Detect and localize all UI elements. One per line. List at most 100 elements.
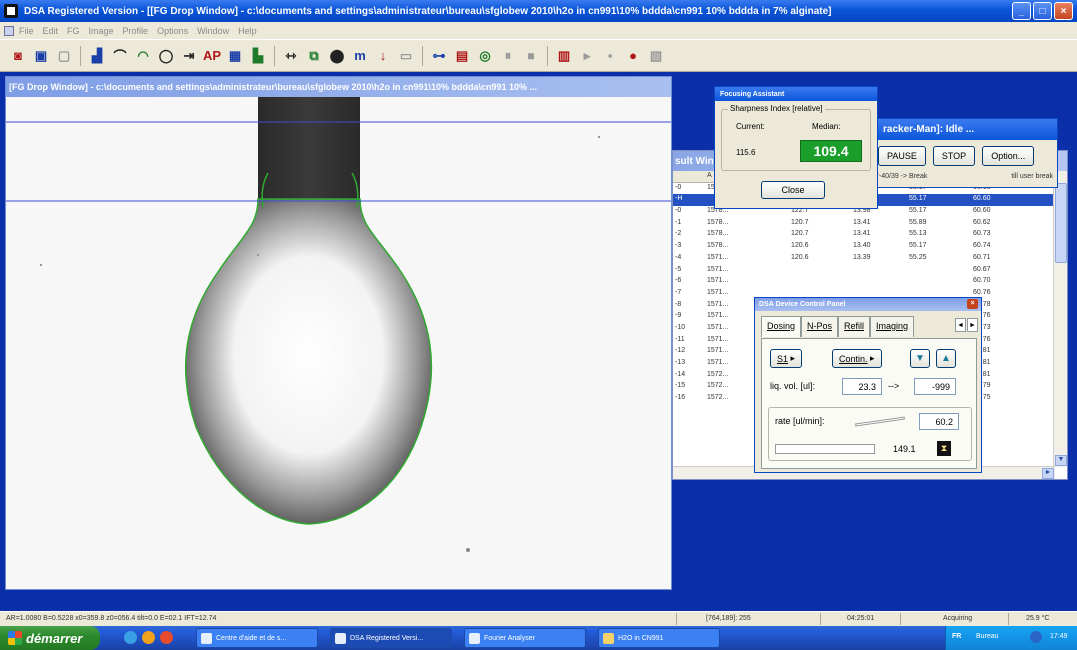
document-icon[interactable]	[4, 25, 14, 36]
tilt-icon[interactable]: ⇿	[281, 45, 301, 67]
media-icon[interactable]	[160, 631, 173, 644]
menu-image[interactable]: Image	[89, 26, 114, 36]
rec-icon[interactable]: ●	[623, 45, 643, 67]
menu-options[interactable]: Options	[157, 26, 188, 36]
tab-scroll-right-icon[interactable]: ►	[967, 318, 978, 332]
graph-icon[interactable]: ▙	[248, 45, 268, 67]
table-cell: 60.73	[973, 230, 991, 238]
stop-icon[interactable]: ⏹	[521, 45, 541, 67]
task-dsa[interactable]: DSA Registered Versi...	[330, 628, 452, 648]
needle-icon[interactable]: ↓	[373, 45, 393, 67]
adjust-icon[interactable]: ⇥	[179, 45, 199, 67]
report-icon[interactable]: ▧	[646, 45, 666, 67]
language-indicator[interactable]: FR	[952, 633, 961, 640]
tab-dosing[interactable]: Dosing	[761, 316, 802, 337]
table-cell: -16	[675, 394, 686, 402]
liq-vol-target-field[interactable]: -999	[914, 378, 956, 395]
mode-select[interactable]: Contin. ▸	[832, 349, 882, 368]
tab-imaging[interactable]: Imaging	[870, 316, 915, 337]
pause-button[interactable]: PAUSE	[878, 146, 926, 166]
desktop-icon[interactable]	[124, 631, 137, 644]
m-icon[interactable]: m	[350, 45, 370, 67]
menu-edit[interactable]: Edit	[43, 26, 59, 36]
rate-field[interactable]: 60.2	[919, 413, 959, 430]
task-help-center[interactable]: Centre d'aide et de s...	[196, 628, 318, 648]
dosing-icon[interactable]: ⬤	[327, 45, 347, 67]
menu-file[interactable]: File	[19, 26, 34, 36]
image-icon[interactable]: ▟	[87, 45, 107, 67]
dose-up-button[interactable]: ▲	[936, 349, 956, 368]
ap-icon[interactable]: AP	[202, 45, 222, 67]
maximize-button[interactable]: □	[1033, 2, 1052, 20]
play-icon[interactable]: ▸	[577, 45, 597, 67]
table-cell: 1571...	[707, 265, 729, 273]
sessile-icon[interactable]: ◠	[133, 45, 153, 67]
table-cell: 120.6	[791, 242, 809, 250]
calc-icon[interactable]: ▤	[452, 45, 472, 67]
minimize-button[interactable]: _	[1012, 2, 1031, 20]
start-button[interactable]: démarrer	[0, 626, 100, 650]
table-cell: 13.41	[853, 230, 871, 238]
image-select-icon[interactable]: ⧉	[304, 45, 324, 67]
focus-close-button[interactable]: Close	[761, 181, 825, 199]
device-close-icon[interactable]: ×	[967, 299, 978, 309]
table-row[interactable]: -3 1578... 120.6 13.40 55.17 60.74	[673, 241, 1055, 253]
device-control-panel[interactable]: DSA Device Control Panel × Dosing N-Pos …	[754, 297, 982, 473]
camera-icon[interactable]: ◙	[8, 45, 28, 67]
tracker-window[interactable]: racker-Man]: Idle ... PAUSE STOP Option.…	[868, 118, 1058, 188]
tab-npos[interactable]: N-Pos	[801, 316, 839, 337]
toolbar-separator	[274, 45, 275, 66]
curve-icon[interactable]: ⌒	[110, 45, 130, 67]
clock[interactable]: 17:49	[1050, 633, 1068, 640]
focusing-assistant-window[interactable]: Focusing Assistant Sharpness Index [rela…	[714, 86, 878, 209]
record-icon[interactable]: ▣	[31, 45, 51, 67]
desktop-toolbar-label[interactable]: Bureau	[976, 633, 999, 640]
scroll-right-icon[interactable]: ►	[1042, 468, 1054, 479]
network-icon[interactable]	[1030, 631, 1042, 643]
table-row[interactable]: -5 1571... 60.67	[673, 265, 1055, 277]
dose-down-button[interactable]: ▼	[910, 349, 930, 368]
drop-window[interactable]: [FG Drop Window] - c:\documents and sett…	[5, 76, 672, 590]
step-icon[interactable]: ▪	[600, 45, 620, 67]
column-header[interactable]: A	[707, 172, 712, 179]
pendant-icon[interactable]: ◯	[156, 45, 176, 67]
tracker-title: racker-Man]: Idle ...	[869, 119, 1057, 140]
menu-fg[interactable]: FG	[67, 26, 80, 36]
table-row[interactable]: -1 1578... 120.7 13.41 55.89 60.62	[673, 218, 1055, 230]
scroll-down-icon[interactable]: ▼	[1055, 455, 1067, 466]
video-icon[interactable]: ◎	[475, 45, 495, 67]
task-fourier[interactable]: Fourier Analyser	[464, 628, 586, 648]
menu-help[interactable]: Help	[238, 26, 257, 36]
mode-value: Contin.	[839, 353, 868, 364]
frame-icon[interactable]: ▢	[54, 45, 74, 67]
liq-vol-arrow: -->	[888, 381, 900, 391]
tab-scroll-left-icon[interactable]: ◄	[955, 318, 966, 332]
syringe-select[interactable]: S1 ▸	[770, 349, 803, 368]
sheet-icon[interactable]: ▭	[396, 45, 416, 67]
drop-image[interactable]	[6, 97, 671, 589]
liq-vol-field[interactable]: 23.3	[842, 378, 882, 395]
vertical-scrollbar[interactable]: ▼	[1053, 171, 1067, 467]
task-h2o-folder[interactable]: H2O in CN991	[598, 628, 720, 648]
focus-icon[interactable]: ⊶	[429, 45, 449, 67]
table-row[interactable]: -2 1578... 120.7 13.41 55.13 60.73	[673, 229, 1055, 241]
table-row[interactable]: -4 1571... 120.6 13.39 55.25 60.71	[673, 253, 1055, 265]
title-bar[interactable]: DSA Registered Version - [[FG Drop Windo…	[0, 0, 1077, 22]
firefox-icon[interactable]	[142, 631, 155, 644]
pause-icon[interactable]: ⏸	[498, 45, 518, 67]
table-icon[interactable]: ▦	[225, 45, 245, 67]
table-cell: 1571...	[707, 359, 729, 366]
stop-button[interactable]: STOP	[932, 146, 976, 166]
rate-slider[interactable]	[855, 416, 905, 427]
scroll-thumb[interactable]	[1055, 183, 1067, 263]
table-row[interactable]: -6 1571... 60.70	[673, 276, 1055, 288]
liq-vol-label: liq. vol. [ul]:	[770, 381, 816, 391]
close-button[interactable]: ×	[1054, 2, 1073, 20]
menu-profile[interactable]: Profile	[123, 26, 149, 36]
tab-refill[interactable]: Refill	[838, 316, 871, 337]
option-button[interactable]: Option...	[982, 146, 1035, 166]
menu-window[interactable]: Window	[197, 26, 229, 36]
system-tray: FR Bureau 17:49	[945, 626, 1077, 650]
export-icon[interactable]: ▥	[554, 45, 574, 67]
median-label: Median:	[812, 122, 841, 131]
